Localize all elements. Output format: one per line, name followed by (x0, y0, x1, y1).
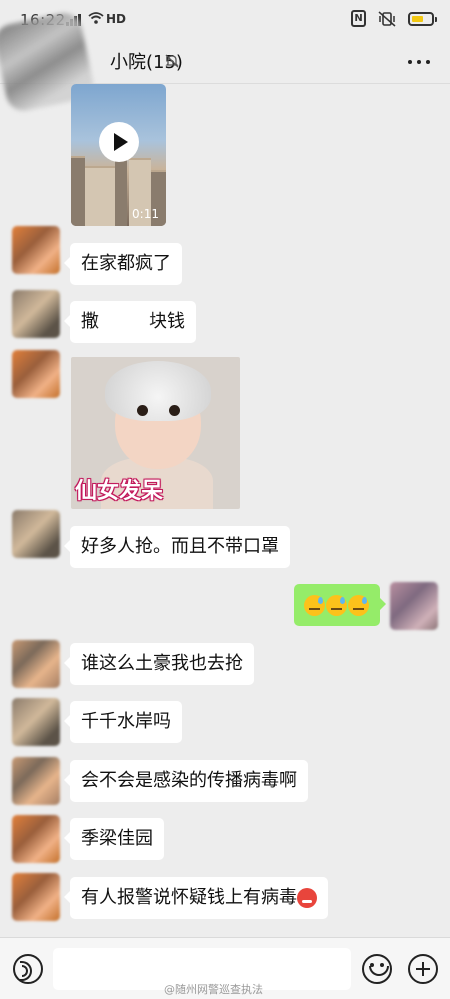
sticker-caption: 仙女发呆 (75, 479, 164, 504)
network-type: HD (106, 12, 127, 26)
battery-icon (408, 11, 437, 26)
sweat-smile-emoji-icon (304, 594, 325, 616)
avatar[interactable] (12, 873, 60, 921)
watermark: @随州网警巡查执法 (164, 983, 263, 996)
sweat-smile-emoji-icon (326, 594, 347, 616)
message-bubble[interactable]: 千千水岸吗 (64, 701, 182, 743)
message-bubble[interactable]: 季梁佳园 (64, 818, 164, 860)
more-functions-button[interactable] (408, 954, 438, 984)
mute-icon (165, 54, 179, 68)
message-bubble[interactable]: 在家都疯了 (64, 243, 182, 285)
nfc-icon: N (351, 10, 366, 27)
avatar[interactable] (12, 510, 60, 558)
wifi-icon (88, 12, 104, 24)
video-message[interactable]: 0:11 (71, 84, 166, 226)
avatar[interactable] (12, 640, 60, 688)
video-duration: 0:11 (132, 207, 159, 221)
redaction-blur (102, 307, 148, 331)
message-bubble[interactable]: 有人报警说怀疑钱上有病毒 (64, 877, 328, 919)
avatar[interactable] (12, 698, 60, 746)
emoji-button[interactable] (362, 954, 392, 984)
more-options-button[interactable] (408, 60, 430, 64)
sticker-message[interactable]: 仙女发呆 (71, 357, 240, 509)
play-icon[interactable] (99, 122, 139, 162)
avatar[interactable] (12, 226, 60, 274)
voice-input-button[interactable] (13, 954, 43, 984)
my-message-bubble[interactable] (294, 584, 386, 626)
message-bubble[interactable]: 谁这么土豪我也去抢 (64, 643, 254, 685)
message-bubble[interactable]: 好多人抢。而且不带口罩 (64, 526, 290, 568)
message-bubble[interactable]: 会不会是感染的传播病毒啊 (64, 760, 308, 802)
my-avatar[interactable] (390, 582, 438, 630)
angry-emoji-icon (297, 888, 317, 908)
avatar[interactable] (12, 290, 60, 338)
avatar[interactable] (12, 815, 60, 863)
sweat-smile-emoji-icon (348, 594, 369, 616)
vibrate-icon (378, 10, 396, 27)
avatar[interactable] (12, 757, 60, 805)
avatar[interactable] (12, 350, 60, 398)
